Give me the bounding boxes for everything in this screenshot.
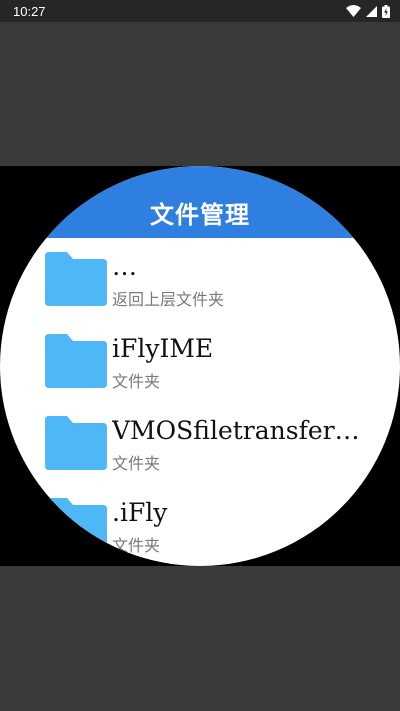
file-type-label: 返回上层文件夹 <box>112 290 225 309</box>
file-name: .iFly <box>112 498 168 527</box>
folder-icon <box>45 334 107 388</box>
folder-icon <box>45 252 107 306</box>
file-name: VMOSfiletransfer… <box>112 416 360 445</box>
watch-face: 文件管理 … 返回上层文件夹 iFlyIME 文件夹 VMOSfiletrans… <box>0 166 400 566</box>
list-item-folder[interactable]: VMOSfiletransfer… 文件夹 <box>0 402 400 484</box>
file-name: … <box>112 252 137 281</box>
folder-icon <box>45 416 107 470</box>
list-item-folder[interactable]: .iFly 文件夹 <box>0 484 400 566</box>
watch-screen: 文件管理 … 返回上层文件夹 iFlyIME 文件夹 VMOSfiletrans… <box>0 166 400 566</box>
file-type-label: 文件夹 <box>112 536 161 555</box>
status-bar: 10:27 <box>0 0 400 22</box>
top-background <box>0 22 400 166</box>
list-item-parent-folder[interactable]: … 返回上层文件夹 <box>0 238 400 320</box>
file-type-label: 文件夹 <box>112 372 161 391</box>
signal-icon <box>366 5 377 17</box>
file-type-label: 文件夹 <box>112 454 161 473</box>
file-name: iFlyIME <box>112 334 214 363</box>
folder-icon <box>45 498 107 552</box>
battery-charging-icon <box>382 4 390 18</box>
status-time: 10:27 <box>13 3 46 19</box>
file-list: … 返回上层文件夹 iFlyIME 文件夹 VMOSfiletransfer… … <box>0 238 400 566</box>
bottom-background <box>0 566 400 711</box>
list-item-folder[interactable]: iFlyIME 文件夹 <box>0 320 400 402</box>
status-icons <box>346 4 390 18</box>
wifi-icon <box>346 5 361 17</box>
title-bar: 文件管理 <box>0 166 400 238</box>
page-title: 文件管理 <box>150 201 250 229</box>
